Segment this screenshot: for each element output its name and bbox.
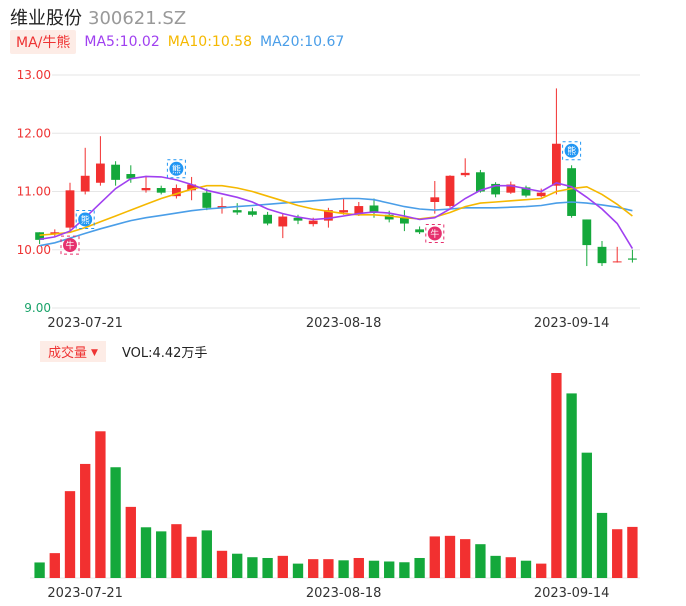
volume-date-axis: 2023-07-21 2023-08-18 2023-09-14	[47, 586, 609, 601]
volume-bar	[399, 562, 410, 578]
candle-body	[202, 192, 212, 208]
bear-marker-icon: 熊	[562, 141, 582, 161]
volume-bar	[429, 536, 440, 578]
candle-body	[567, 168, 577, 216]
volume-bar	[414, 557, 425, 578]
volume-bar	[368, 560, 380, 578]
candle-body	[597, 246, 607, 264]
volume-bar	[171, 524, 182, 578]
volume-bar	[475, 544, 486, 578]
price-date-axis: 2023-07-21 2023-08-18 2023-09-14	[47, 316, 609, 331]
marker-label: 熊	[81, 214, 90, 226]
volume-bars	[34, 373, 638, 578]
volume-bar	[277, 555, 288, 578]
volume-bar	[247, 557, 258, 578]
price-axis-labels: 13.0012.0011.0010.009.00	[17, 68, 51, 315]
y-tick-label: 13.00	[17, 68, 51, 82]
bull-marker-icon: 牛	[425, 223, 445, 243]
volume-bar	[627, 526, 638, 578]
candle-body	[536, 192, 546, 197]
volume-bar	[612, 529, 623, 578]
x-tick-label: 2023-09-14	[534, 586, 610, 601]
y-tick-label: 11.00	[17, 185, 51, 199]
volume-bar	[323, 559, 334, 578]
volume-bar	[596, 512, 608, 578]
candle-body	[339, 210, 349, 213]
candle-body	[65, 190, 75, 228]
ma-lines	[39, 175, 634, 250]
x-tick-label: 2023-07-21	[47, 586, 123, 601]
candle-body	[80, 175, 90, 192]
volume-bar	[186, 536, 197, 578]
volume-bar	[34, 562, 45, 578]
ma20-line	[39, 197, 633, 247]
bear-marker-icon: 熊	[166, 159, 186, 179]
volume-bar	[49, 553, 60, 578]
volume-bar	[338, 560, 349, 578]
marker-label: 牛	[430, 228, 439, 240]
x-tick-label: 2023-07-21	[47, 316, 123, 331]
volume-bar	[216, 550, 228, 578]
candle-body	[582, 219, 592, 246]
candle-body	[460, 172, 470, 176]
x-tick-label: 2023-09-14	[534, 316, 610, 331]
candle-body	[612, 261, 622, 263]
volume-bar	[64, 491, 76, 578]
volume-bar	[140, 527, 152, 578]
bull-marker-icon: 牛	[60, 235, 80, 255]
candle-body	[156, 188, 166, 193]
volume-bar	[95, 431, 106, 578]
bull-bear-markers: 牛熊熊牛熊	[60, 141, 582, 255]
volume-bar	[110, 467, 121, 578]
volume-bar	[384, 561, 395, 578]
volume-bar	[444, 535, 456, 578]
volume-bar	[536, 563, 547, 578]
candle-body	[551, 143, 561, 186]
volume-bar	[460, 539, 471, 578]
marker-label: 熊	[172, 163, 181, 175]
candle-body	[308, 220, 318, 225]
candle-body	[263, 214, 273, 224]
candle-body	[278, 216, 288, 227]
candle-body	[430, 197, 440, 202]
marker-label: 牛	[65, 240, 74, 252]
volume-bar	[125, 506, 136, 578]
candle-body	[247, 211, 257, 215]
volume-bar	[156, 531, 167, 578]
volume-bar	[505, 557, 516, 578]
candles	[35, 88, 637, 267]
candle-body	[232, 210, 242, 213]
candle-body	[627, 258, 637, 260]
volume-bar	[520, 560, 532, 578]
volume-bar	[353, 557, 364, 578]
candle-body	[95, 163, 105, 183]
volume-bar	[232, 553, 243, 578]
volume-bar	[308, 559, 319, 578]
volume-bar	[490, 555, 501, 578]
x-tick-label: 2023-08-18	[306, 316, 382, 331]
candle-body	[111, 164, 121, 180]
y-tick-label: 12.00	[17, 126, 51, 140]
y-tick-label: 9.00	[24, 301, 51, 315]
volume-bar	[581, 452, 592, 578]
x-tick-label: 2023-08-18	[306, 586, 382, 601]
volume-bar	[292, 563, 304, 578]
candle-body	[415, 229, 425, 233]
candle-body	[141, 188, 151, 191]
volume-bar	[262, 557, 273, 578]
volume-bar	[80, 463, 91, 578]
volume-bar	[566, 393, 577, 578]
marker-label: 熊	[567, 145, 576, 157]
volume-bar	[201, 530, 212, 578]
candle-body	[445, 175, 455, 207]
stock-chart[interactable]: 13.0012.0011.0010.009.00 牛熊熊牛熊 2023-07-2…	[0, 0, 686, 606]
volume-bar	[551, 373, 562, 578]
